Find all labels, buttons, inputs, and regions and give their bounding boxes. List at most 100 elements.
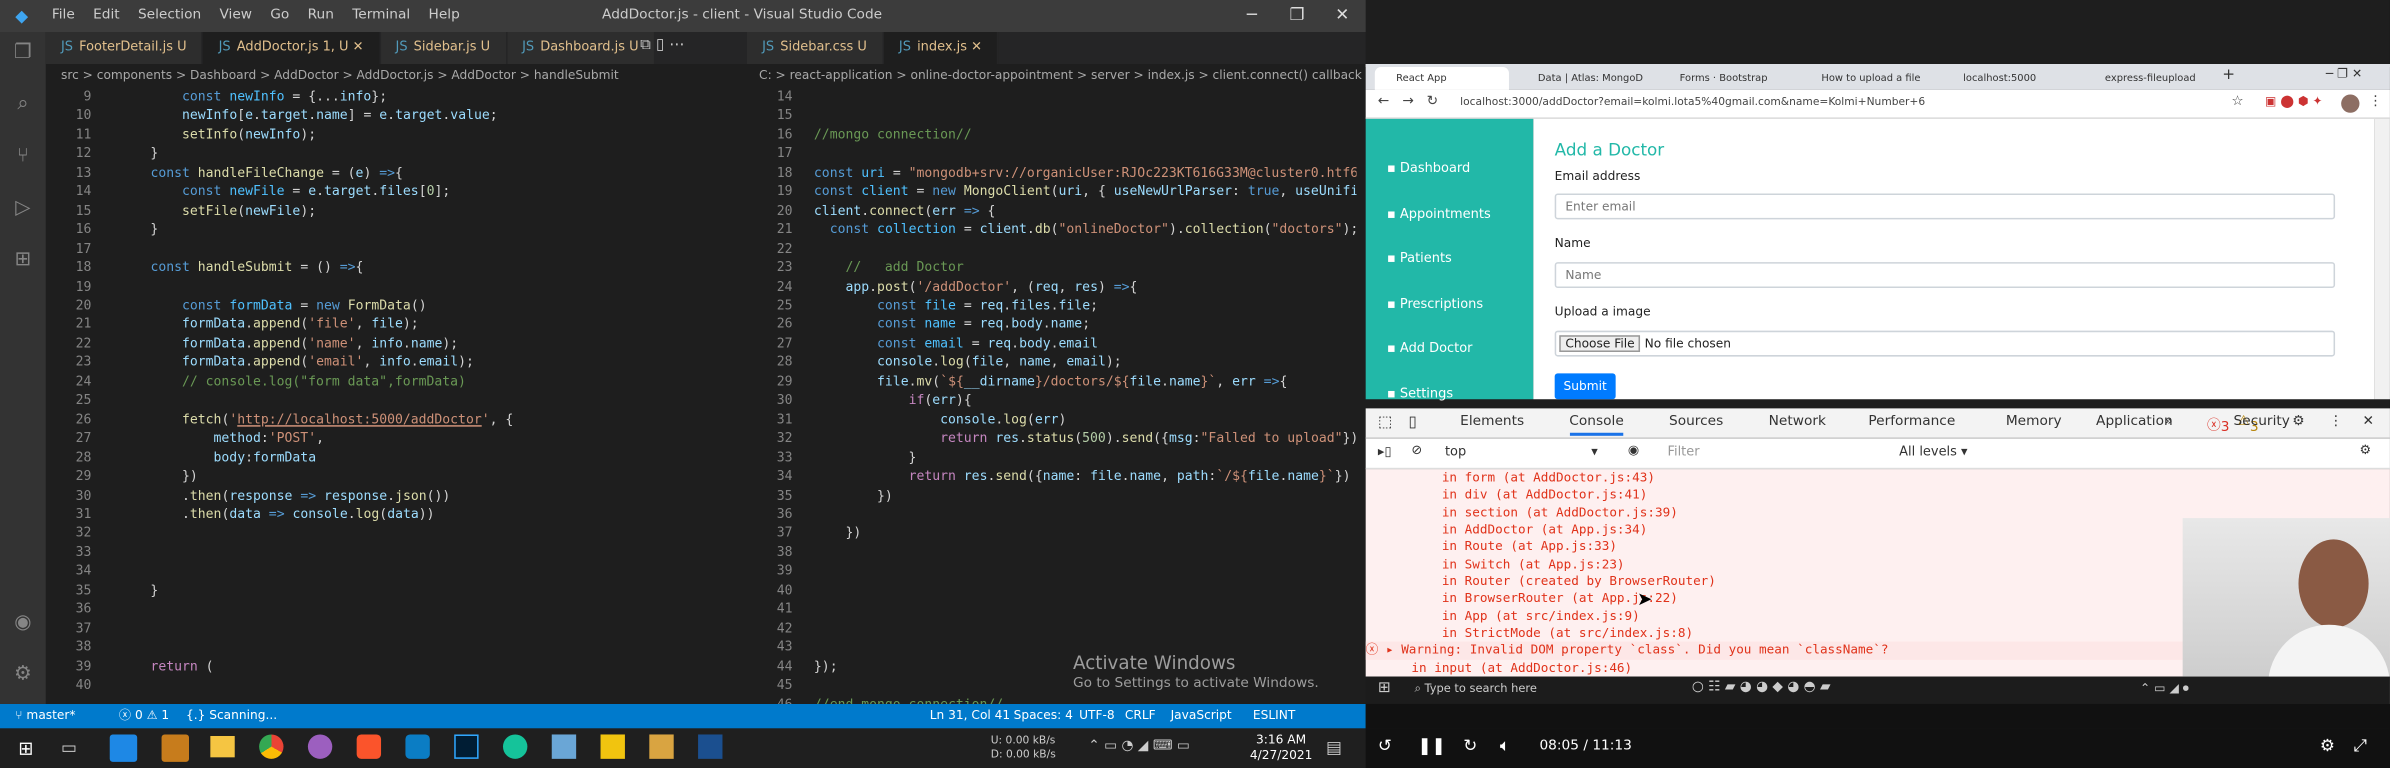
name-field[interactable]: Name (1554, 262, 2336, 288)
editor-tab[interactable]: JS Sidebar.css U (746, 31, 884, 64)
sidebar-item-settings[interactable]: ▪ Settings (1387, 386, 1453, 401)
menu-item-selection[interactable]: Selection (138, 8, 201, 23)
app2-taskbar-icon[interactable] (405, 734, 430, 759)
editor-tab[interactable]: JS FooterDetail.js U (45, 31, 204, 64)
bookmark-star-icon[interactable]: ☆ (2231, 94, 2243, 109)
back-icon[interactable]: ← (1378, 94, 1390, 109)
inspect-icon[interactable]: ⬚ (1378, 414, 1392, 431)
sidebar-item-dashboard[interactable]: ▪ Dashboard (1387, 162, 1470, 177)
browser-tab[interactable]: How to upload a file (1800, 67, 1934, 90)
app5-taskbar-icon[interactable] (649, 734, 674, 759)
menu-item-view[interactable]: View (219, 8, 252, 23)
extensions-icon[interactable]: ⊞ (11, 248, 35, 272)
submit-button[interactable]: Submit (1554, 373, 1616, 400)
sidebar-item-add-doctor[interactable]: ▪ Add Doctor (1387, 341, 1472, 356)
console-filter-input[interactable]: Filter (1667, 445, 1699, 460)
folder-taskbar-icon[interactable] (210, 735, 235, 758)
sidebar-item-appointments[interactable]: ▪ Appointments (1387, 206, 1491, 221)
devtools-tab-elements[interactable]: Elements (1460, 414, 1524, 429)
clock[interactable]: 3:16 AM 4/27/2021 (1250, 733, 1313, 763)
devtools-tab-sources[interactable]: Sources (1669, 414, 1723, 429)
sidebar-toggle-icon[interactable]: ▸▯ (1378, 445, 1392, 460)
sidebar-item-prescriptions[interactable]: ▪ Prescriptions (1387, 296, 1483, 311)
devtools-more-tabs-icon[interactable]: » (2164, 414, 2172, 429)
page-scrollbar[interactable] (2374, 118, 2390, 400)
editor-tab[interactable]: JS Dashboard.js U (506, 31, 656, 64)
photoshop-taskbar-icon[interactable] (454, 734, 479, 759)
language-status[interactable]: JavaScript (1171, 704, 1232, 728)
devtools-tab-network[interactable]: Network (1769, 414, 1826, 429)
maximize-icon[interactable]: ❐ (1289, 5, 1304, 25)
pause-icon[interactable]: ❚❚ (1418, 736, 1446, 756)
explorer-icon[interactable]: ❐ (11, 41, 35, 65)
browser-tab[interactable]: Data | Atlas: MongoD (1517, 67, 1651, 90)
error-count[interactable]: ⓧ 3 (2207, 414, 2229, 436)
eslint-status[interactable]: ESLINT (1253, 704, 1295, 728)
browser-tab[interactable]: React App (1374, 67, 1509, 90)
forward-icon[interactable]: → (1402, 94, 1414, 109)
devtools-menu-icon[interactable]: ⋮ (2329, 414, 2343, 429)
inner-start-icon[interactable]: ⊞ (1378, 680, 1391, 697)
menu-item-edit[interactable]: Edit (93, 8, 120, 23)
source-control-icon[interactable]: ⑂ (11, 145, 35, 169)
split-editor-icon[interactable]: ⧉ ▯ ⋯ (640, 37, 684, 54)
email-field[interactable]: Enter email (1554, 193, 2336, 220)
devtools-close-icon[interactable]: ✕ (2363, 414, 2375, 429)
devtools-tab-security[interactable]: Security (2234, 414, 2290, 429)
menu-item-help[interactable]: Help (429, 8, 460, 23)
volume-icon[interactable]: 🔈︎ (1500, 736, 1510, 757)
browser-tab[interactable]: express-fileupload (2084, 67, 2218, 90)
menu-item-go[interactable]: Go (270, 8, 289, 23)
close-icon[interactable]: ✕ (1335, 5, 1349, 25)
sublime-taskbar-icon[interactable] (161, 734, 190, 762)
tab-close-icon[interactable]: ✕ (349, 40, 364, 55)
search-icon[interactable]: ⌕ (11, 93, 35, 117)
cursor-position[interactable]: Ln 31, Col 41 (930, 704, 1010, 728)
fullscreen-icon[interactable]: ⤢ (2353, 736, 2366, 757)
profile-avatar[interactable] (2341, 94, 2360, 113)
rewind-icon[interactable]: ↺ (1378, 736, 1392, 756)
indent-status[interactable]: Spaces: 4 (1014, 704, 1073, 728)
console-settings-icon[interactable]: ⚙ (2359, 443, 2371, 458)
editor-tab[interactable]: JS Sidebar.js U (380, 31, 507, 64)
devtools-settings-icon[interactable]: ⚙ (2292, 414, 2304, 429)
devtools-tab-performance[interactable]: Performance (1868, 414, 1955, 429)
player-settings-icon[interactable]: ⚙ (2320, 736, 2335, 756)
encoding-status[interactable]: UTF-8 (1079, 704, 1115, 728)
menu-item-terminal[interactable]: Terminal (352, 8, 410, 23)
log-levels-select[interactable]: All levels ▾ (1899, 445, 1967, 460)
problems-status[interactable]: ⓧ 0 ⚠ 1 (119, 704, 169, 728)
clear-console-icon[interactable]: ⊘ (1411, 443, 1422, 458)
terminal-taskbar-icon[interactable] (698, 734, 723, 759)
task-view-icon[interactable]: ▭ (61, 738, 77, 758)
vscode-taskbar-icon[interactable] (109, 734, 138, 762)
extension-icons[interactable]: ▣ ⬤ ⬢ ✦ (2265, 94, 2323, 108)
reload-icon[interactable]: ↻ (1427, 94, 1439, 109)
tray-icons[interactable]: ⌃ ▭ ◔ ◢ ⌨ ▭ (1088, 739, 1190, 754)
app4-taskbar-icon[interactable] (600, 734, 625, 759)
inner-tray-icons[interactable]: ⌃ ▭ ◢ ⏺ (2140, 681, 2189, 696)
branch-status[interactable]: ⑂ master* (15, 704, 75, 728)
chrome-taskbar-icon[interactable] (259, 734, 284, 759)
browser-tab[interactable]: localhost:5000 (1942, 67, 2076, 90)
forward-skip-icon[interactable]: ↻ (1463, 736, 1477, 756)
app3-taskbar-icon[interactable] (551, 734, 577, 759)
context-select[interactable]: top ▾ (1445, 445, 1610, 460)
editor-tab[interactable]: JS AddDoctor.js 1, U ✕ (203, 31, 381, 64)
inner-taskbar-icons[interactable]: ○ ☷ ▰ ◕ ◕ ◆ ◕ ◓ ▰ (1692, 680, 1831, 695)
menu-item-file[interactable]: File (52, 8, 75, 23)
right-code-editor[interactable]: //mongo connection// const uri = "mongod… (814, 88, 1357, 704)
app-taskbar-icon[interactable] (307, 734, 333, 759)
windows-start-icon[interactable]: ⊞ (18, 738, 33, 759)
eol-status[interactable]: CRLF (1125, 704, 1156, 728)
notification-icon[interactable]: ▤ (1326, 738, 1342, 758)
left-code-editor[interactable]: const newInfo = {...info}; newInfo[e.tar… (119, 88, 744, 704)
choose-file-button[interactable]: Choose File (1559, 335, 1641, 352)
account-icon[interactable]: ◉ (11, 611, 35, 635)
menu-item-run[interactable]: Run (308, 8, 334, 23)
minimize-icon[interactable]: ─ (1247, 5, 1257, 25)
run-debug-icon[interactable]: ▷ (11, 197, 35, 221)
tab-close-icon[interactable]: ✕ (967, 40, 982, 55)
editor-tab[interactable]: JS index.js ✕ (883, 31, 999, 64)
file-input[interactable]: Choose File No file chosen (1554, 330, 2336, 357)
